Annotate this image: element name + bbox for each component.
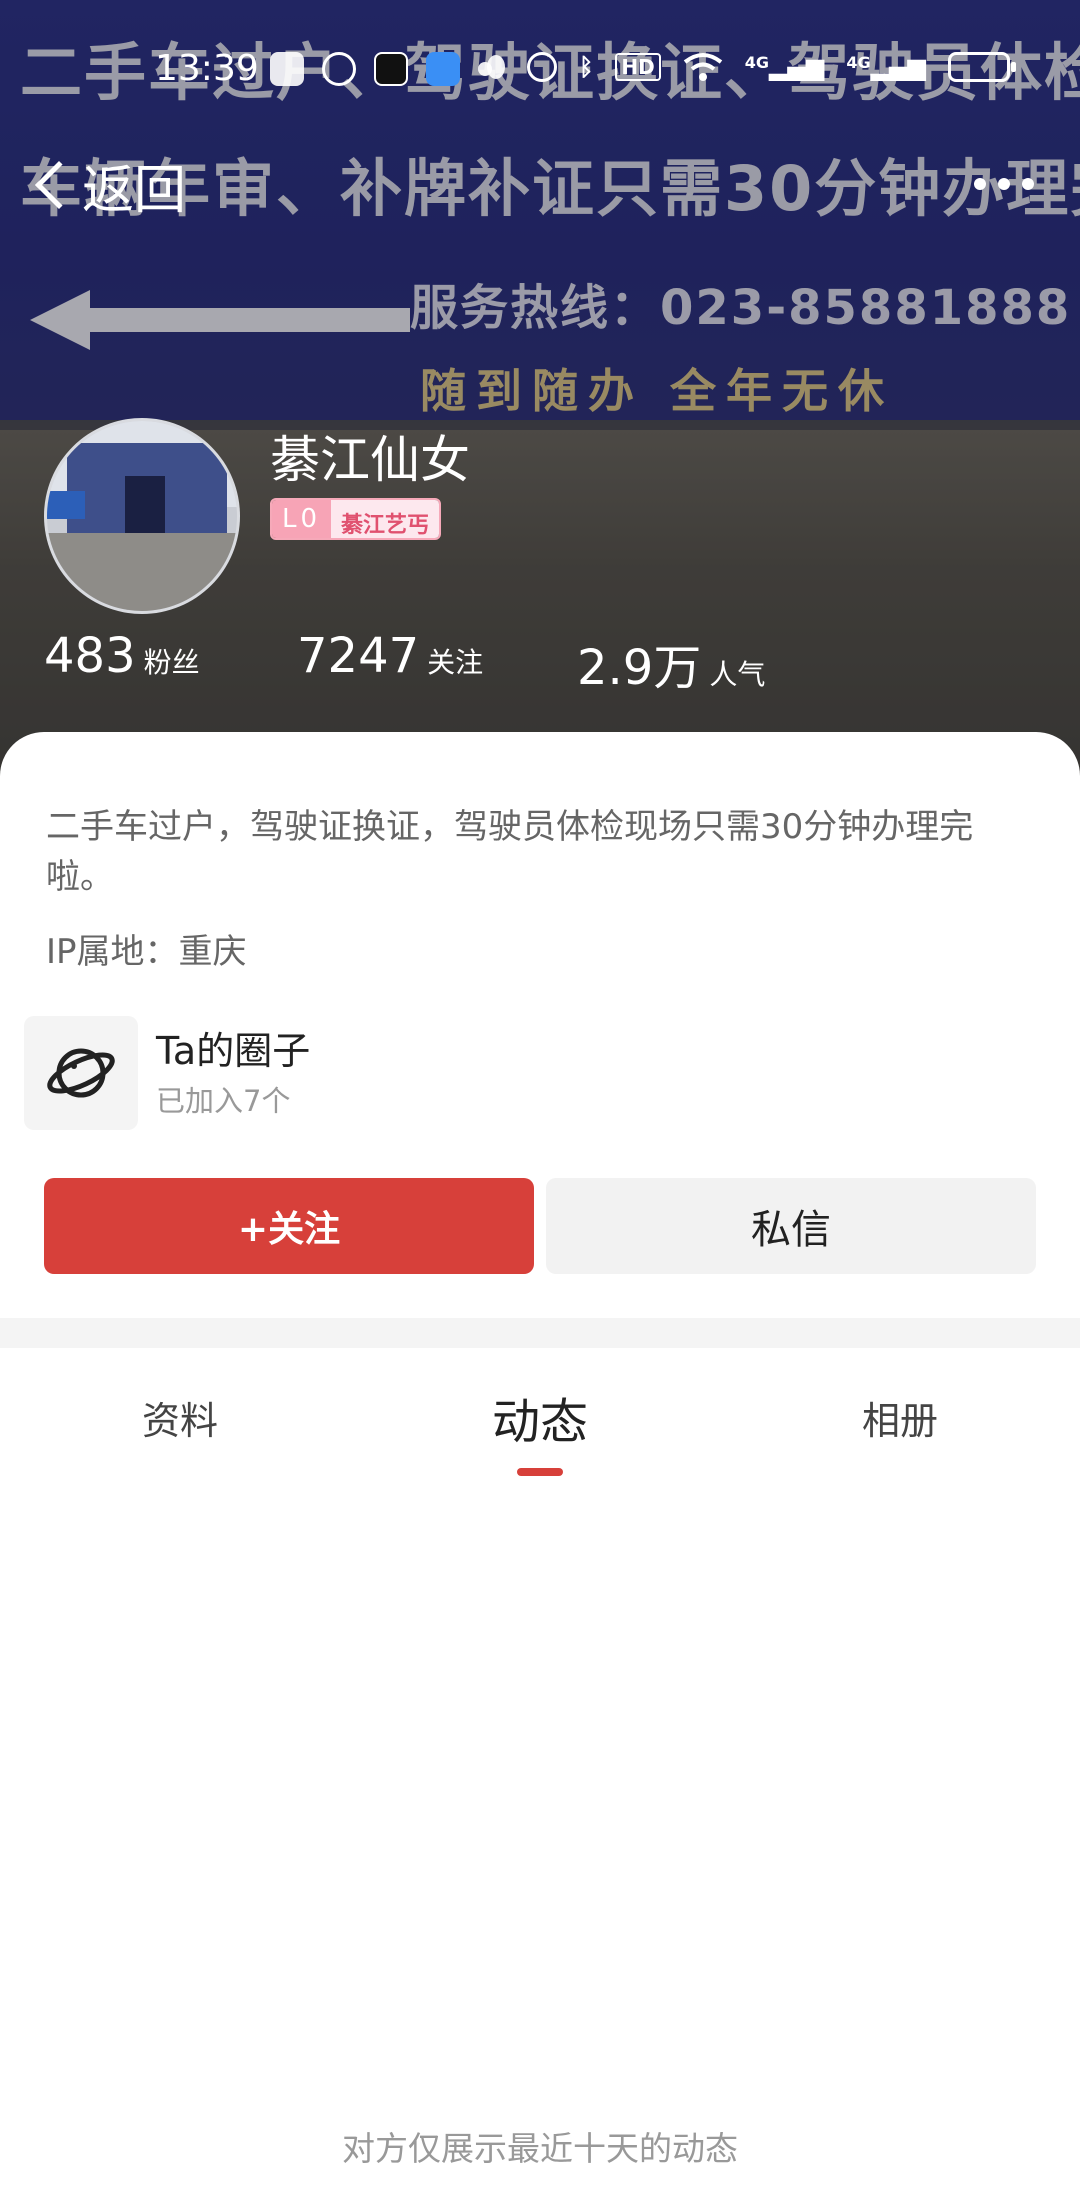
notification-icons — [270, 52, 492, 86]
app-icon — [426, 52, 460, 86]
hd-icon: HD — [615, 53, 661, 81]
title-tag: 綦江艺丐 — [331, 500, 440, 538]
stat-popularity-label: 人气 — [709, 658, 766, 691]
planet-icon — [24, 1016, 138, 1130]
follow-button[interactable]: +关注 — [44, 1178, 534, 1274]
stat-fans-count: 483 — [44, 628, 136, 684]
message-button[interactable]: 私信 — [546, 1178, 1036, 1274]
wifi-icon — [683, 53, 722, 81]
level-label: L0 — [272, 500, 332, 538]
network-type-label-2: 4G — [846, 53, 871, 72]
stat-following-count: 7247 — [297, 628, 420, 684]
more-dot-icon — [974, 178, 986, 190]
more-options-button[interactable] — [974, 178, 1034, 190]
baidu-icon — [270, 52, 304, 86]
alarm-icon — [526, 52, 557, 82]
ip-location: IP属地：重庆 — [46, 932, 247, 972]
drop-icon — [486, 55, 505, 79]
avatar-ground — [47, 533, 237, 611]
more-dot-icon — [998, 178, 1010, 190]
level-badge[interactable]: L0 綦江艺丐 — [270, 498, 442, 540]
signal-4g-icon: 4G▂▄▆ — [744, 53, 825, 81]
stat-popularity[interactable]: 2.9万 人气 — [577, 628, 765, 698]
tab-profile-info[interactable]: 资料 — [142, 1390, 218, 1445]
avatar-door — [125, 476, 165, 536]
posts-visibility-note: 对方仅展示最近十天的动态 — [342, 2129, 738, 2168]
more-dot-icon — [1022, 178, 1034, 190]
avatar-sign — [47, 491, 85, 519]
circles-title: Ta的圈子 — [156, 1029, 311, 1073]
bluetooth-icon: ᛒ — [578, 53, 594, 81]
profile-tabs: 资料 动态 相册 — [0, 1348, 1080, 1488]
tab-posts[interactable]: 动态 — [492, 1382, 588, 1452]
user-circles-entry[interactable]: Ta的圈子 已加入7个 — [24, 1016, 1024, 1132]
battery-icon — [948, 52, 1016, 82]
network-type-label: 4G — [744, 53, 769, 72]
section-divider — [0, 1318, 1080, 1348]
user-bio: 二手车过户，驾驶证换证，驾驶员体检现场只需30分钟办理完啦。 — [46, 807, 974, 897]
back-button[interactable]: 返回 — [28, 150, 187, 221]
profile-stats: 483 粉丝 7247 关注 2.9万 人气 — [44, 628, 1044, 698]
status-bar: 13:39 ᛒ HD 4G▂▄▆ 4G▂▄▆ — [0, 40, 1080, 104]
user-nickname: 綦江仙女 — [270, 431, 470, 489]
stat-fans[interactable]: 483 粉丝 — [44, 628, 200, 684]
profile-card: 二手车过户，驾驶证换证，驾驶员体检现场只需30分钟办理完啦。 IP属地：重庆 T… — [0, 732, 1080, 2186]
back-label: 返回 — [82, 160, 187, 221]
system-icons: ᛒ HD 4G▂▄▆ 4G▂▄▆ — [486, 52, 1016, 82]
capcut-icon — [374, 52, 408, 86]
active-tab-indicator — [517, 1468, 563, 1476]
stat-following-label: 关注 — [427, 646, 484, 679]
wechat-icon — [322, 52, 356, 86]
stat-popularity-count: 2.9万 — [577, 640, 702, 696]
signal-4g-icon-2: 4G▂▄▆ — [846, 53, 926, 81]
status-time: 13:39 — [155, 48, 259, 89]
stat-fans-label: 粉丝 — [143, 646, 200, 679]
tab-album[interactable]: 相册 — [862, 1390, 938, 1445]
stat-following[interactable]: 7247 关注 — [297, 628, 483, 684]
circles-count: 已加入7个 — [156, 1084, 291, 1118]
chevron-left-icon — [34, 160, 84, 210]
avatar[interactable] — [44, 418, 240, 614]
